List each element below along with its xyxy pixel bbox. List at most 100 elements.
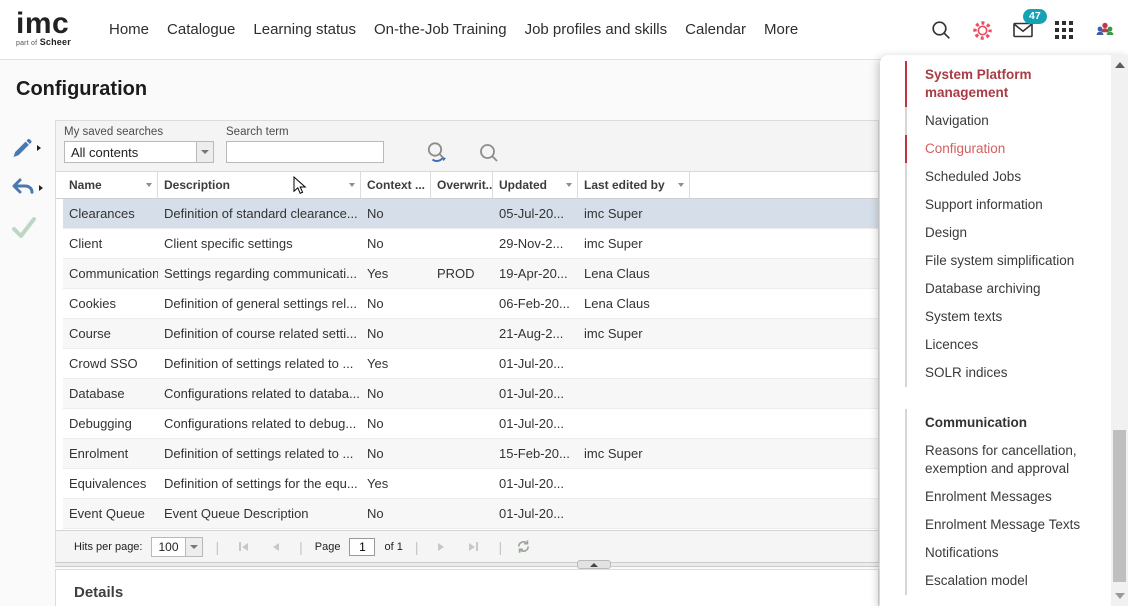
menu-item-notifications[interactable]: Notifications (905, 539, 1098, 567)
saved-searches-select[interactable]: All contents (64, 141, 214, 163)
chevron-down-icon[interactable] (196, 141, 214, 163)
previous-page-button[interactable] (265, 543, 287, 551)
menu-divider (905, 387, 1098, 409)
column-filter-button[interactable] (140, 172, 157, 198)
column-filter-button[interactable] (343, 172, 360, 198)
table-row-course[interactable]: CourseDefinition of course related setti… (63, 319, 878, 349)
refresh-icon (516, 539, 531, 554)
mail-badge: 47 (1023, 9, 1047, 24)
tool-rail (10, 134, 55, 242)
messages-button[interactable]: 47 (1010, 17, 1036, 43)
settings-button[interactable] (969, 17, 995, 43)
saved-search-icon (424, 140, 450, 166)
search-term-input[interactable] (226, 141, 384, 163)
nav-item-job-profiles-and-skills[interactable]: Job profiles and skills (516, 21, 677, 38)
last-page-button[interactable] (461, 542, 486, 551)
search-submit-button[interactable] (476, 140, 502, 166)
next-page-button[interactable] (430, 543, 452, 551)
column-header-last-edited-by[interactable]: Last edited by (578, 172, 690, 198)
column-header-context[interactable]: Context ... (361, 172, 431, 198)
menu-item-configuration[interactable]: Configuration (905, 135, 1098, 163)
splitter-collapse-handle[interactable] (577, 560, 611, 569)
checkmark-icon (10, 215, 38, 241)
cell-name: Client (63, 229, 158, 258)
table-row-database[interactable]: DatabaseConfigurations related to databa… (63, 379, 878, 409)
cell-name: Crowd SSO (63, 349, 158, 378)
chevron-down-icon (678, 183, 684, 187)
menu-item-system-texts[interactable]: System texts (905, 303, 1098, 331)
column-header-overwrit[interactable]: Overwrit.. (431, 172, 493, 198)
column-header-description[interactable]: Description (158, 172, 361, 198)
column-filter-button[interactable] (560, 172, 577, 198)
menu-item-scheduled-jobs[interactable]: Scheduled Jobs (905, 163, 1098, 191)
scrollbar-thumb[interactable] (1113, 430, 1126, 582)
cell-name: Course (63, 319, 158, 348)
panel-scrollbar[interactable] (1111, 55, 1128, 606)
chevron-down-icon[interactable] (185, 537, 203, 557)
table-row-communication[interactable]: Communication/Settings regarding communi… (63, 259, 878, 289)
table-row-debugging[interactable]: DebuggingConfigurations related to debug… (63, 409, 878, 439)
menu-item-licences[interactable]: Licences (905, 331, 1098, 359)
details-splitter[interactable] (55, 562, 879, 567)
cell-editor: Lena Claus (578, 259, 690, 288)
nav-item-more[interactable]: More (755, 21, 807, 38)
nav-item-on-the-job-training[interactable]: On-the-Job Training (365, 21, 516, 38)
nav-item-calendar[interactable]: Calendar (676, 21, 755, 38)
cell-updated: 01-Jul-20... (493, 469, 578, 498)
settings-gear-icon (971, 19, 994, 42)
cell-name: Enrolment (63, 439, 158, 468)
search-button[interactable] (928, 17, 954, 43)
menu-item-escalation-model[interactable]: Escalation model (905, 567, 1098, 595)
cell-overwrite (431, 349, 493, 378)
menu-item-system-platform-management[interactable]: System Platform management (905, 61, 1098, 107)
run-saved-search-button[interactable] (424, 140, 450, 166)
cell-editor: imc Super (578, 319, 690, 348)
undo-button[interactable] (10, 174, 55, 202)
filter-bar: My saved searches All contents Search te… (56, 121, 878, 171)
menu-item-enrolment-messages[interactable]: Enrolment Messages (905, 483, 1098, 511)
refresh-button[interactable] (514, 538, 532, 556)
community-button[interactable] (1092, 17, 1118, 43)
menu-item-reasons-for-cancellation-exemption-and-approval[interactable]: Reasons for cancellation, exemption and … (905, 437, 1098, 483)
menu-item-enrolment-message-texts[interactable]: Enrolment Message Texts (905, 511, 1098, 539)
table-row-crowd-sso[interactable]: Crowd SSODefinition of settings related … (63, 349, 878, 379)
cell-editor (578, 349, 690, 378)
app-launcher-button[interactable] (1051, 17, 1077, 43)
table-row-event-queue[interactable]: Event QueueEvent Queue DescriptionNo01-J… (63, 499, 878, 529)
apply-button[interactable] (10, 214, 55, 242)
edit-button[interactable] (10, 134, 55, 162)
cell-description: Event Queue Description (158, 499, 361, 528)
menu-item-solr-indices[interactable]: SOLR indices (905, 359, 1098, 387)
menu-item-navigation[interactable]: Navigation (905, 107, 1098, 135)
menu-item-support-information[interactable]: Support information (905, 191, 1098, 219)
scroll-up-button[interactable] (1111, 57, 1128, 73)
column-header-name[interactable]: Name (63, 172, 158, 198)
last-page-icon (469, 543, 475, 551)
scroll-down-button[interactable] (1111, 588, 1128, 604)
table-body: ClearancesDefinition of standard clearan… (56, 199, 878, 529)
menu-item-database-archiving[interactable]: Database archiving (905, 275, 1098, 303)
table-row-cookies[interactable]: CookiesDefinition of general settings re… (63, 289, 878, 319)
nav-item-home[interactable]: Home (100, 21, 158, 38)
table-row-enrolment[interactable]: EnrolmentDefinition of settings related … (63, 439, 878, 469)
imc-logo[interactable]: imc part of Scheer (16, 12, 78, 47)
page-number-input[interactable] (349, 538, 375, 556)
table-row-client[interactable]: ClientClient specific settingsNo29-Nov-2… (63, 229, 878, 259)
cell-context: Yes (361, 259, 431, 288)
column-label: Context ... (367, 178, 425, 192)
menu-item-design[interactable]: Design (905, 219, 1098, 247)
first-page-button[interactable] (231, 542, 256, 551)
cell-overwrite (431, 229, 493, 258)
menu-item-communication[interactable]: Communication (905, 409, 1098, 437)
cell-context: No (361, 229, 431, 258)
nav-item-learning-status[interactable]: Learning status (244, 21, 365, 38)
undo-arrow-icon (10, 176, 36, 200)
column-header-updated[interactable]: Updated (493, 172, 578, 198)
table-row-clearances[interactable]: ClearancesDefinition of standard clearan… (63, 199, 878, 229)
menu-item-file-system-simplification[interactable]: File system simplification (905, 247, 1098, 275)
hits-per-page-select[interactable]: 100 (151, 537, 203, 557)
nav-item-catalogue[interactable]: Catalogue (158, 21, 244, 38)
nav-links: HomeCatalogueLearning statusOn-the-Job T… (100, 21, 807, 38)
column-filter-button[interactable] (672, 172, 689, 198)
table-row-equivalences[interactable]: EquivalencesDefinition of settings for t… (63, 469, 878, 499)
